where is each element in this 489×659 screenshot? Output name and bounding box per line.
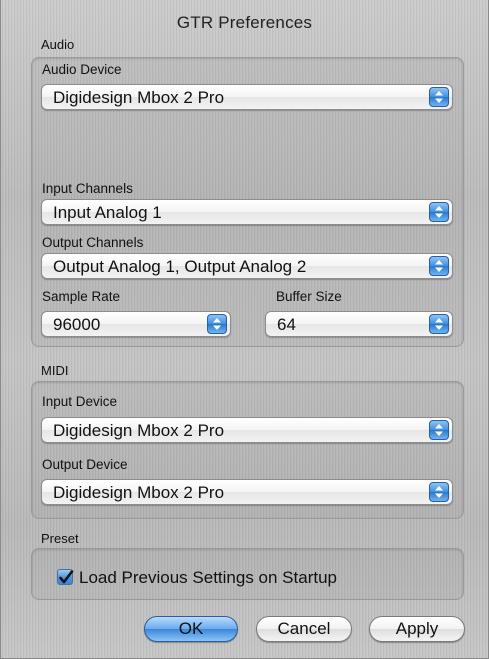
- up-down-arrows-icon: [429, 202, 449, 222]
- audio-device-popup[interactable]: Digidesign Mbox 2 Pro: [41, 84, 453, 110]
- up-down-arrows-icon: [207, 314, 227, 334]
- midi-input-device-popup[interactable]: Digidesign Mbox 2 Pro: [41, 417, 453, 443]
- audio-section-label: Audio: [41, 37, 75, 52]
- audio-device-label: Audio Device: [42, 62, 122, 77]
- up-down-arrows-icon: [429, 87, 449, 107]
- preset-group: Load Previous Settings on Startup: [31, 548, 464, 600]
- output-channels-value: Output Analog 1, Output Analog 2: [53, 257, 307, 276]
- load-previous-checkbox[interactable]: [57, 569, 74, 585]
- input-channels-label: Input Channels: [42, 181, 133, 196]
- buffer-size-value: 64: [277, 315, 296, 334]
- apply-button[interactable]: Apply: [369, 616, 465, 642]
- input-channels-value: Input Analog 1: [53, 203, 162, 222]
- midi-section-label: MIDI: [41, 363, 69, 378]
- midi-group: Input Device Digidesign Mbox 2 Pro Outpu…: [31, 381, 464, 519]
- preferences-window: GTR Preferences Audio Audio Device Digid…: [0, 0, 489, 659]
- cancel-button[interactable]: Cancel: [256, 616, 352, 642]
- load-previous-label[interactable]: Load Previous Settings on Startup: [79, 568, 337, 588]
- midi-output-device-popup[interactable]: Digidesign Mbox 2 Pro: [41, 479, 453, 505]
- up-down-arrows-icon: [429, 314, 449, 334]
- up-down-arrows-icon: [429, 420, 449, 440]
- input-channels-popup[interactable]: Input Analog 1: [41, 199, 453, 225]
- midi-output-device-value: Digidesign Mbox 2 Pro: [53, 483, 225, 502]
- up-down-arrows-icon: [429, 256, 449, 276]
- window-title: GTR Preferences: [176, 13, 313, 32]
- output-channels-label: Output Channels: [42, 235, 144, 250]
- up-down-arrows-icon: [429, 482, 449, 502]
- buffer-size-popup[interactable]: 64: [265, 311, 453, 337]
- midi-input-device-label: Input Device: [42, 394, 118, 409]
- checkmark-icon: [59, 570, 74, 584]
- audio-group: Audio Device Digidesign Mbox 2 Pro Input…: [31, 57, 464, 347]
- midi-output-device-label: Output Device: [42, 457, 128, 472]
- preset-section-label: Preset: [41, 531, 79, 546]
- buffer-size-label: Buffer Size: [276, 289, 342, 304]
- sample-rate-value: 96000: [53, 315, 101, 334]
- sample-rate-popup[interactable]: 96000: [41, 311, 231, 337]
- ok-button[interactable]: OK: [144, 616, 238, 642]
- output-channels-popup[interactable]: Output Analog 1, Output Analog 2: [41, 253, 453, 279]
- sample-rate-label: Sample Rate: [42, 289, 121, 304]
- midi-input-device-value: Digidesign Mbox 2 Pro: [53, 421, 225, 440]
- audio-device-value: Digidesign Mbox 2 Pro: [53, 88, 225, 107]
